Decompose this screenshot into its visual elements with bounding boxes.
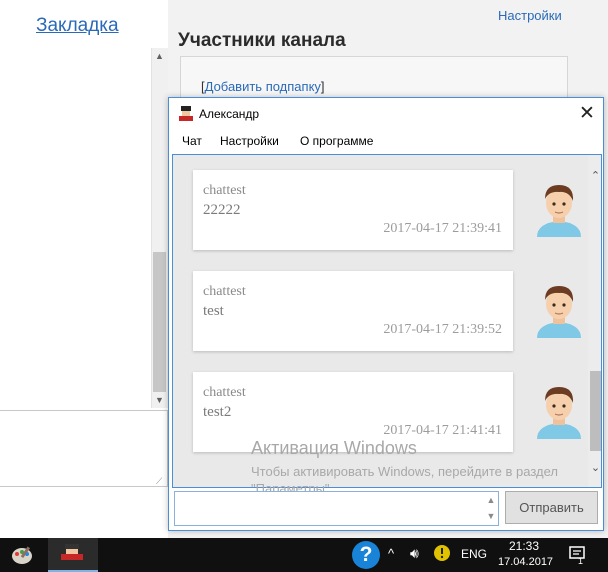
chevron-down-icon[interactable]: ⌄	[588, 461, 601, 477]
clock-time[interactable]: 21:33	[509, 539, 539, 553]
message-timestamp: 2017-04-17 21:39:52	[383, 322, 502, 337]
left-text-area[interactable]	[0, 410, 168, 487]
title-bar[interactable]: Александр ✕	[169, 98, 603, 129]
message-text: test2	[203, 404, 232, 420]
tray-chevron-up-icon[interactable]: ^	[388, 546, 394, 561]
avatar-icon	[537, 286, 581, 338]
send-button[interactable]: Отправить	[505, 491, 598, 524]
left-scroll-thumb[interactable]	[153, 252, 166, 392]
menu-bar: Чат Настройки О программе	[169, 129, 603, 153]
scroll-down-arrow-icon[interactable]: ▼	[151, 392, 168, 408]
message-author: chattest	[203, 183, 246, 198]
message-author: chattest	[203, 385, 246, 400]
add-subfolder-link[interactable]: Добавить подпапку	[205, 79, 321, 94]
chat-window: Александр ✕ Чат Настройки О программе ch…	[168, 97, 604, 531]
message-card: chattest 22222 2017-04-17 21:39:41	[193, 170, 513, 250]
message-author: chattest	[203, 284, 246, 299]
input-scroll-arrows-icon[interactable]: ▲ ▼	[484, 492, 498, 525]
clock-date[interactable]: 17.04.2017	[498, 556, 553, 568]
bracket-close: ]	[320, 79, 325, 94]
window-title: Александр	[199, 107, 260, 121]
message-timestamp: 2017-04-17 21:39:41	[383, 221, 502, 236]
message-card: chattest test 2017-04-17 21:39:52	[193, 271, 513, 351]
activation-watermark-title: Активация Windows	[251, 438, 417, 458]
app-icon	[179, 106, 193, 121]
menu-about[interactable]: О программе	[300, 134, 373, 148]
menu-chat[interactable]: Чат	[182, 134, 202, 148]
menu-settings[interactable]: Настройки	[220, 134, 279, 148]
message-text: test	[203, 303, 224, 319]
chevron-up-icon[interactable]: ⌃	[588, 169, 601, 185]
message-timestamp: 2017-04-17 21:41:41	[383, 423, 502, 438]
add-subfolder-row: [Добавить подпапку]	[201, 79, 325, 94]
scroll-up-arrow-icon[interactable]: ▲	[151, 48, 168, 64]
paint-palette-icon[interactable]	[10, 544, 34, 566]
help-icon[interactable]: ?	[352, 541, 380, 569]
speaker-icon[interactable]: 🔊︎	[410, 545, 419, 562]
message-text: 22222	[203, 202, 241, 218]
bookmark-link[interactable]: Закладка	[36, 15, 119, 37]
language-indicator[interactable]: ENG	[461, 547, 487, 561]
chat-app-icon	[61, 544, 83, 560]
network-warning-icon[interactable]	[433, 544, 451, 562]
close-icon[interactable]: ✕	[573, 101, 601, 126]
notification-count: 1	[578, 556, 584, 566]
settings-link[interactable]: Настройки	[498, 8, 562, 23]
avatar-icon	[537, 185, 581, 237]
resize-grip-icon[interactable]: ⟋	[156, 476, 166, 486]
channel-members-title: Участники канала	[178, 30, 346, 51]
avatar-icon	[537, 387, 581, 439]
chat-scroll-thumb[interactable]	[590, 371, 601, 451]
message-input[interactable]	[174, 491, 499, 526]
